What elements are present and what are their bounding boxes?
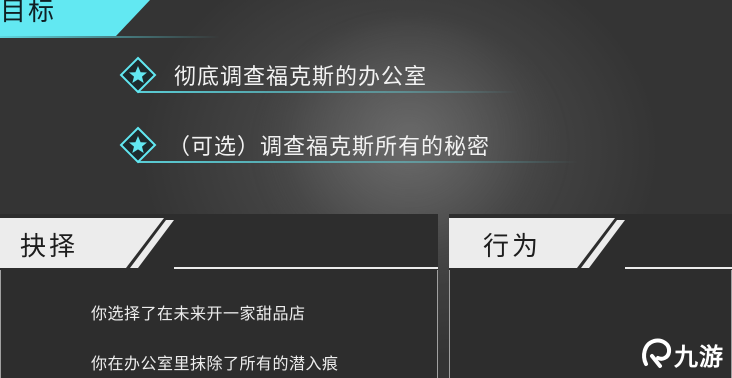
objective-underline: [138, 161, 578, 163]
star-diamond-icon: [119, 126, 157, 164]
choices-panel-header: 抉择: [0, 214, 438, 270]
objectives-header-underline: [0, 36, 220, 38]
choice-line: 你选择了在未来开一家甜品店: [91, 304, 306, 323]
jiuyou-logo-icon: [642, 338, 672, 368]
objective-text: 彻底调查福克斯的办公室: [174, 65, 428, 90]
choices-panel: 抉择 你选择了在未来开一家甜品店 你在办公室里抹除了所有的潜入痕: [0, 214, 438, 378]
game-screen: 目标 彻底调查福克斯的办公室 （可选）调查福克斯所有的秘密 抉择 你选择了在未来…: [0, 0, 732, 378]
objective-underline: [138, 91, 518, 93]
actions-panel-title: 行为: [483, 232, 542, 262]
choices-panel-title: 抉择: [20, 232, 79, 262]
choices-panel-body: 你选择了在未来开一家甜品店 你在办公室里抹除了所有的潜入痕: [0, 270, 438, 378]
objectives-title: 目标: [0, 0, 57, 27]
objective-text: （可选）调查福克斯所有的秘密: [168, 135, 491, 160]
actions-panel-header: 行为: [449, 214, 732, 270]
objectives-header: 目标: [0, 0, 150, 36]
objective-item[interactable]: （可选）调查福克斯所有的秘密: [118, 125, 578, 165]
watermark-text: 九游: [674, 343, 724, 371]
objective-item[interactable]: 彻底调查福克斯的办公室: [118, 55, 518, 95]
watermark: 九游: [640, 334, 732, 374]
choice-line: 你在办公室里抹除了所有的潜入痕: [91, 354, 339, 373]
star-diamond-icon: [119, 56, 157, 94]
